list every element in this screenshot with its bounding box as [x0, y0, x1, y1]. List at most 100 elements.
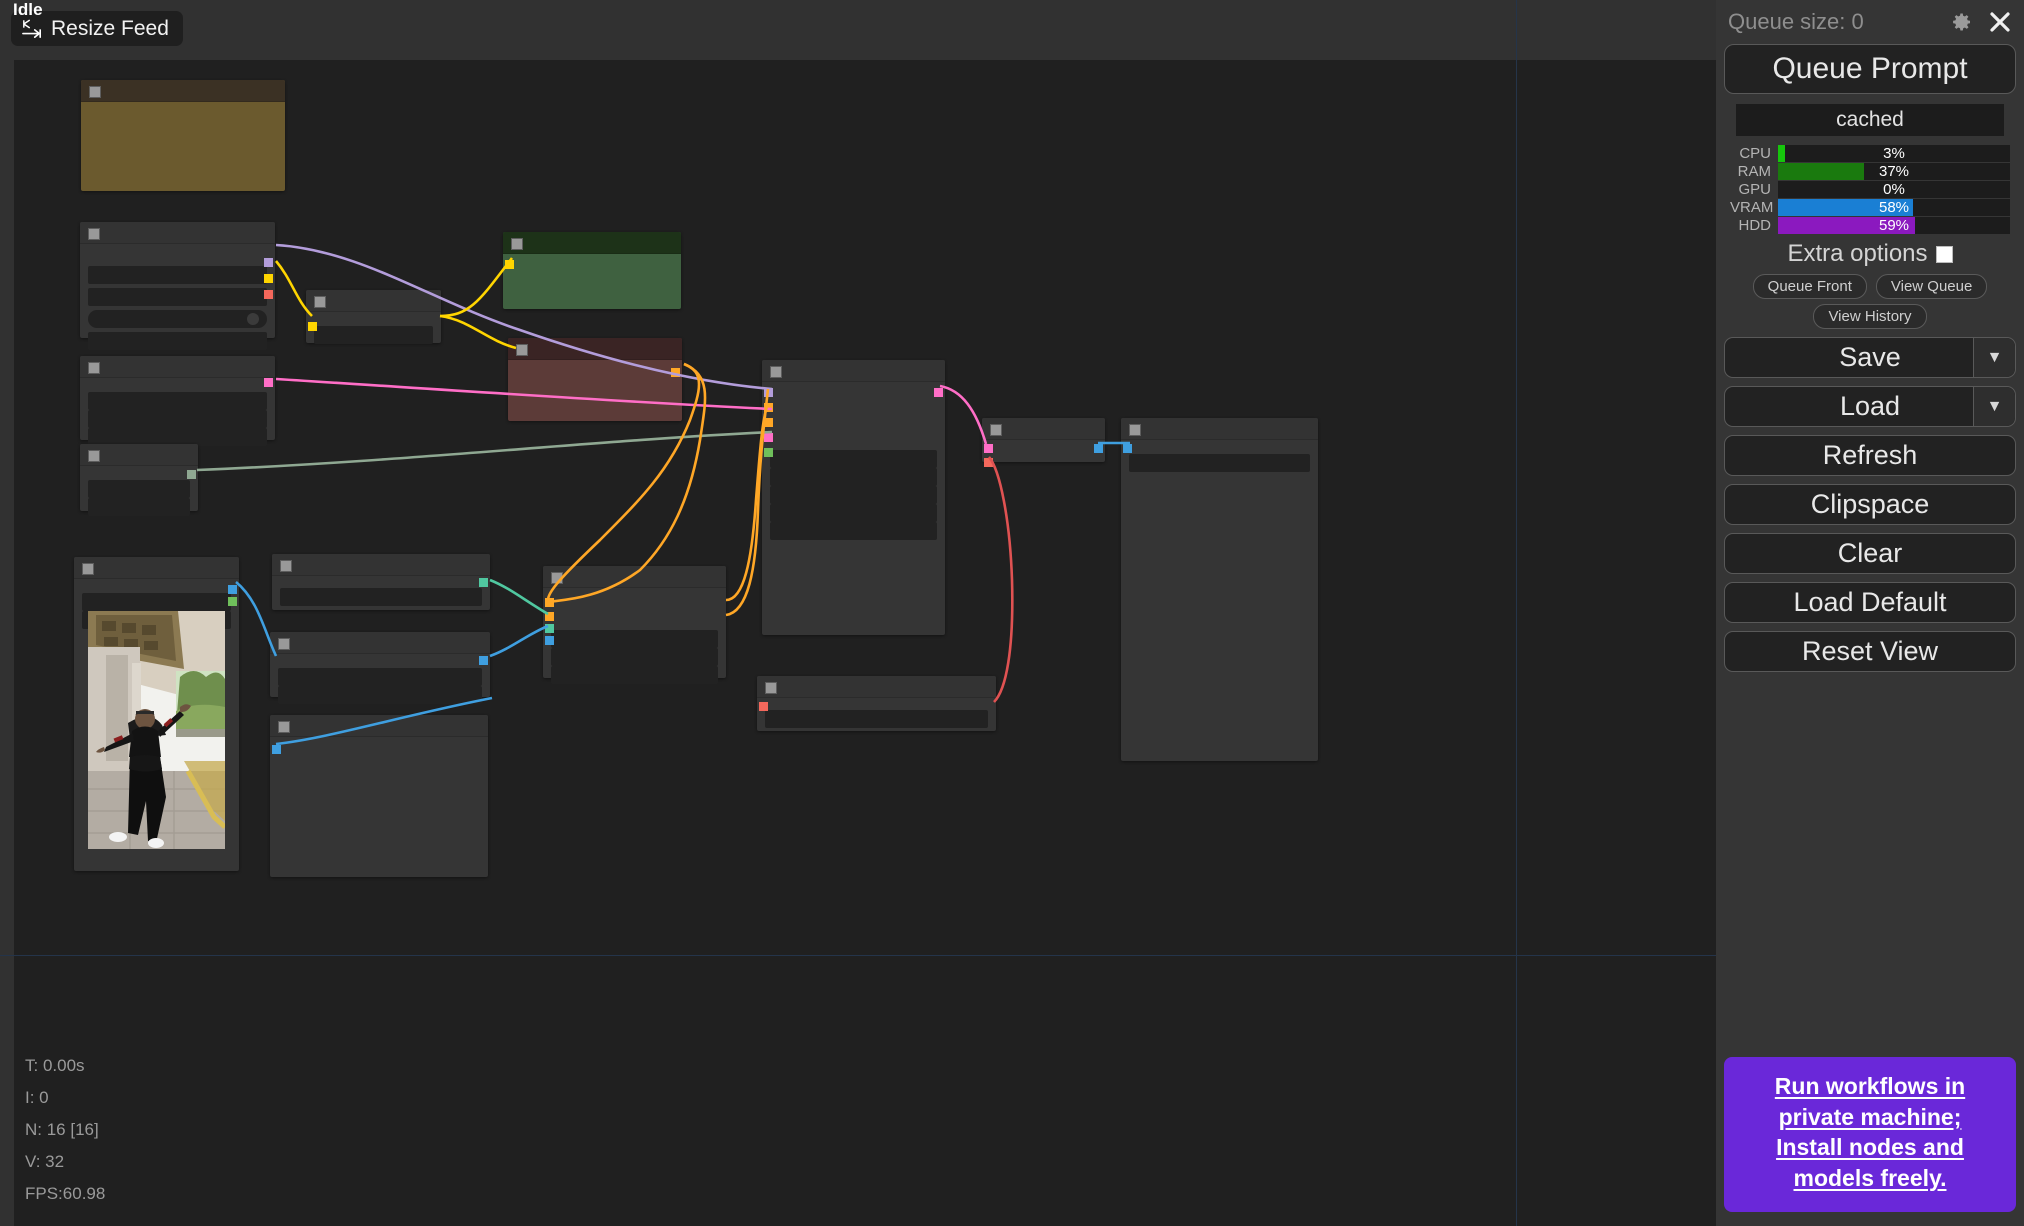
promo-banner[interactable]: Run workflows inprivate machine;Install …: [1724, 1057, 2016, 1212]
output-slot-0[interactable]: [479, 656, 488, 665]
n-center-combine[interactable]: [543, 566, 726, 678]
input-slot-1[interactable]: [545, 612, 554, 621]
node-title-bar[interactable]: [81, 80, 285, 102]
node-widget-0[interactable]: [88, 392, 267, 410]
output-slot-0[interactable]: [264, 378, 273, 387]
output-slot-0[interactable]: [671, 368, 680, 377]
save-button[interactable]: Save ▼: [1724, 337, 2016, 378]
input-slot-4[interactable]: [764, 448, 773, 457]
node-widget-2[interactable]: [551, 666, 718, 684]
node-widget-0[interactable]: [770, 450, 937, 468]
node-title-bar[interactable]: [508, 338, 682, 360]
clear-button[interactable]: Clear: [1724, 533, 2016, 574]
input-slot-0[interactable]: [308, 322, 317, 331]
node-title-bar[interactable]: [306, 290, 441, 312]
save-dropdown-caret[interactable]: ▼: [1973, 338, 2015, 377]
input-slot-0[interactable]: [764, 388, 773, 397]
input-slot-1[interactable]: [984, 458, 993, 467]
queue-prompt-button[interactable]: Queue Prompt: [1724, 44, 2016, 94]
node-widget-4[interactable]: [770, 522, 937, 540]
output-slot-0[interactable]: [264, 258, 273, 267]
node-title-bar[interactable]: [270, 632, 490, 654]
clipspace-button[interactable]: Clipspace: [1724, 484, 2016, 525]
node-title-bar[interactable]: [503, 232, 681, 254]
node-widget-1[interactable]: [88, 288, 267, 306]
input-slot-0[interactable]: [545, 598, 554, 607]
load-default-button[interactable]: Load Default: [1724, 582, 2016, 623]
node-widget-1[interactable]: [88, 410, 267, 428]
node-title-bar[interactable]: [270, 715, 488, 737]
node-widget-0[interactable]: [1129, 454, 1310, 472]
node-title-bar[interactable]: [80, 222, 275, 244]
n-ksampler[interactable]: [762, 360, 945, 635]
n-upper-mid[interactable]: [272, 554, 490, 610]
node-widget-1[interactable]: [551, 648, 718, 666]
graph-canvas[interactable]: [0, 0, 1716, 1226]
node-widget-0[interactable]: [82, 593, 231, 611]
n-small-left[interactable]: [80, 444, 198, 511]
output-slot-0[interactable]: [1094, 444, 1103, 453]
close-icon[interactable]: [1988, 10, 2012, 34]
n-preview-image[interactable]: [74, 557, 239, 871]
node-title-bar[interactable]: [272, 554, 490, 576]
n-clip-encode-b[interactable]: [80, 356, 275, 440]
node-title-bar[interactable]: [80, 444, 198, 466]
input-slot-3[interactable]: [764, 433, 773, 442]
input-slot-0[interactable]: [759, 702, 768, 711]
input-slot-2[interactable]: [764, 418, 773, 427]
input-slot-0[interactable]: [1123, 444, 1132, 453]
gear-icon[interactable]: [1950, 10, 1974, 34]
node-widget-1[interactable]: [278, 686, 482, 704]
load-dropdown-caret[interactable]: ▼: [1973, 387, 2015, 426]
n-bottom-right[interactable]: [757, 676, 996, 731]
node-title-bar[interactable]: [762, 360, 945, 382]
widget-knob-icon[interactable]: [247, 313, 259, 325]
image-preview[interactable]: [88, 611, 225, 849]
refresh-button[interactable]: Refresh: [1724, 435, 2016, 476]
queue-front-button[interactable]: Queue Front: [1753, 274, 1867, 299]
node-title-bar[interactable]: [1121, 418, 1318, 440]
output-slot-1[interactable]: [228, 597, 237, 606]
node-widget-1[interactable]: [88, 498, 190, 516]
node-widget-0[interactable]: [88, 480, 190, 498]
n-save-image[interactable]: [1121, 418, 1318, 761]
output-slot-2[interactable]: [264, 290, 273, 299]
node-title-bar[interactable]: [543, 566, 726, 588]
input-slot-0[interactable]: [505, 260, 514, 269]
node-widget-0[interactable]: [280, 588, 482, 606]
node-widget-0[interactable]: [314, 326, 433, 344]
reset-view-button[interactable]: Reset View: [1724, 631, 2016, 672]
node-widget-0[interactable]: [765, 710, 988, 728]
load-button[interactable]: Load ▼: [1724, 386, 2016, 427]
node-title-bar[interactable]: [982, 418, 1105, 440]
output-slot-0[interactable]: [479, 578, 488, 587]
n-bottom-mid[interactable]: [270, 715, 488, 877]
n-red-node[interactable]: [508, 338, 682, 421]
node-widget-0[interactable]: [88, 266, 267, 284]
node-widget-2[interactable]: [88, 310, 267, 328]
extra-options-checkbox[interactable]: [1936, 246, 1953, 263]
n-checkpoint-brown[interactable]: [81, 80, 285, 191]
output-slot-0[interactable]: [187, 470, 196, 479]
input-slot-2[interactable]: [545, 624, 554, 633]
input-slot-0[interactable]: [984, 444, 993, 453]
node-widget-3[interactable]: [88, 332, 267, 350]
output-slot-1[interactable]: [264, 274, 273, 283]
input-slot-3[interactable]: [545, 636, 554, 645]
input-slot-0[interactable]: [272, 745, 281, 754]
node-title-bar[interactable]: [757, 676, 996, 698]
n-loader-mid[interactable]: [306, 290, 441, 343]
n-lower-mid[interactable]: [270, 632, 490, 697]
node-title-bar[interactable]: [74, 557, 239, 579]
node-title-bar[interactable]: [80, 356, 275, 378]
output-slot-0[interactable]: [228, 585, 237, 594]
node-widget-2[interactable]: [770, 486, 937, 504]
node-widget-0[interactable]: [551, 630, 718, 648]
input-slot-1[interactable]: [764, 403, 773, 412]
n-vae-decode[interactable]: [982, 418, 1105, 462]
view-queue-button[interactable]: View Queue: [1876, 274, 1987, 299]
n-clip-encode-a[interactable]: [80, 222, 275, 338]
view-history-button[interactable]: View History: [1813, 304, 1926, 329]
node-widget-0[interactable]: [278, 668, 482, 686]
output-slot-0[interactable]: [934, 388, 943, 397]
